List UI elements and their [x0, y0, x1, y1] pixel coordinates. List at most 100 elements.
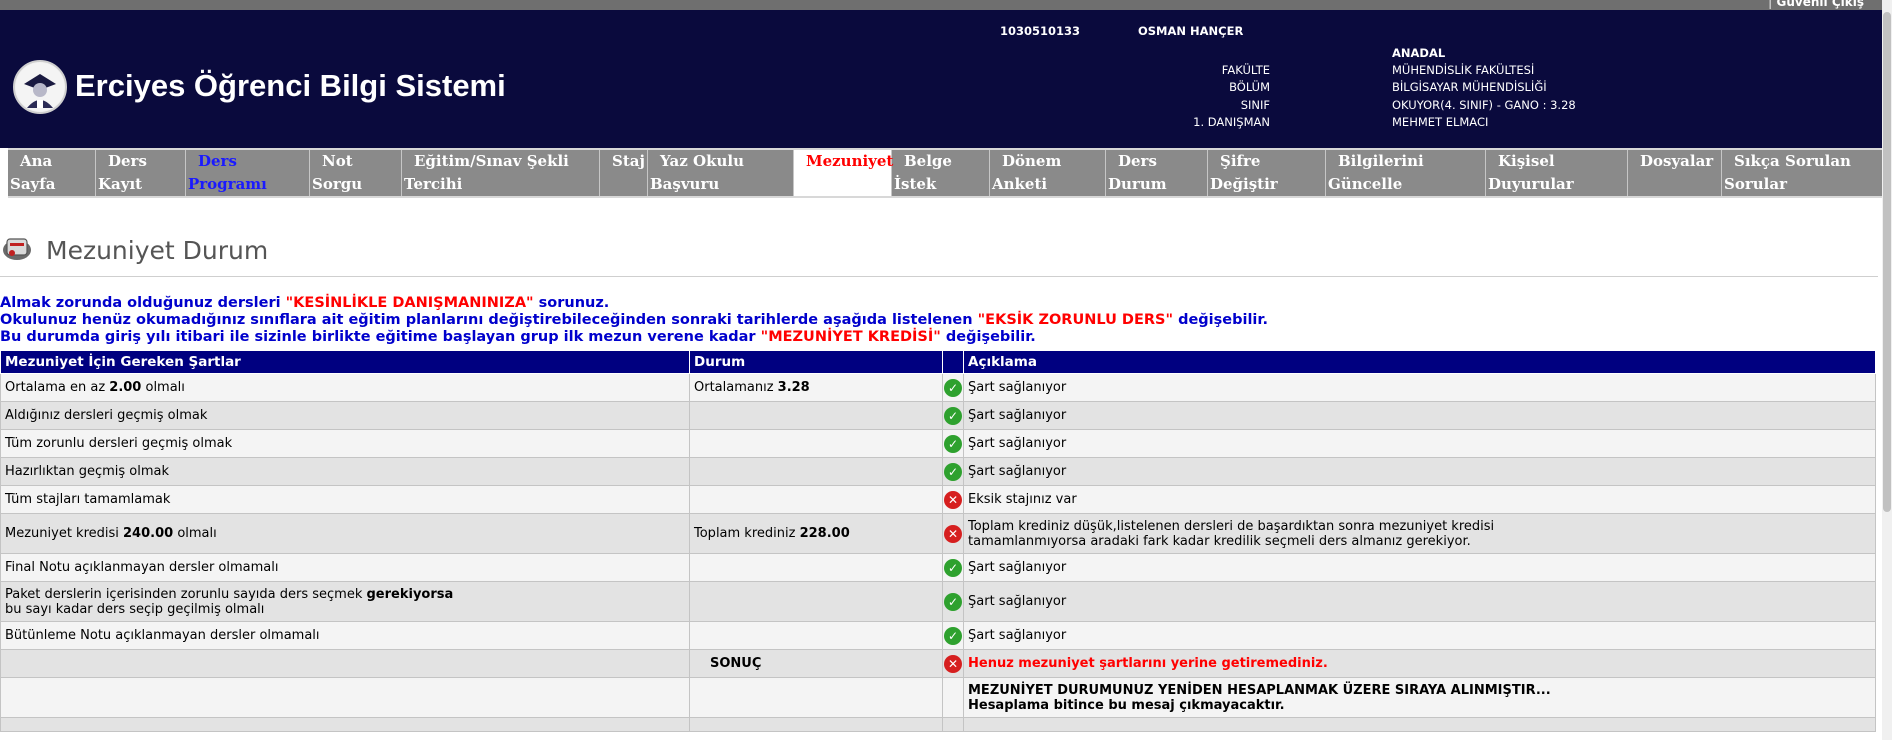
requirement-cell: Mezuniyet kredisi 240.00 olmalı — [0, 513, 690, 554]
status-icon-cell: ✓ — [942, 401, 964, 430]
cross-icon: ✕ — [944, 654, 962, 673]
column-header-status: Durum — [689, 350, 943, 374]
check-icon: ✓ — [944, 558, 962, 577]
table-row: Tüm zorunlu dersleri geçmiş olmak ✓ Şart… — [0, 429, 1876, 458]
department-value: BİLGİSAYAR MÜHENDİSLİĞİ — [1392, 80, 1547, 94]
description-cell: Şart sağlanıyor — [963, 401, 1876, 430]
table-row: Aldığınız dersleri geçmiş olmak ✓ Şart s… — [0, 401, 1876, 430]
status-icon-cell: ✕ — [942, 649, 964, 678]
site-title: Erciyes Öğrenci Bilgi Sistemi — [75, 68, 506, 103]
warning-line-3: Bu durumda giriş yılı itibari ile sizinl… — [0, 329, 1036, 345]
status-cell: Ortalamanız 3.28 — [689, 373, 943, 402]
page-title: Mezuniyet Durum — [46, 236, 269, 265]
empty-cell — [0, 717, 690, 732]
table-row: Mezuniyet kredisi 240.00 olmalı Toplam k… — [0, 513, 1876, 554]
page-heading: Mezuniyet Durum — [0, 228, 1878, 277]
requirement-cell: Paket derslerin içerisinden zorunlu sayı… — [0, 581, 690, 622]
status-icon-cell: ✓ — [942, 621, 964, 650]
table-row: Final Notu açıklanmayan dersler olmamalı… — [0, 553, 1876, 582]
requirement-cell: Hazırlıktan geçmiş olmak — [0, 457, 690, 486]
nav-files[interactable]: Dosyalar — [1628, 150, 1722, 196]
status-cell: Toplam krediniz 228.00 — [689, 513, 943, 554]
nav-course-status[interactable]: Ders Durum — [1106, 150, 1208, 196]
notice-empty-cell — [689, 677, 943, 718]
notice-row: MEZUNİYET DURUMUNUZ YENİDEN HESAPLANMAK … — [0, 677, 1876, 718]
result-row: SONUÇ ✕ Henuz mezuniyet şartlarını yerin… — [0, 649, 1876, 678]
student-number: 1030510133 — [1000, 24, 1081, 38]
requirement-cell: Final Notu açıklanmayan dersler olmamalı — [0, 553, 690, 582]
status-cell — [689, 429, 943, 458]
requirement-cell: Tüm zorunlu dersleri geçmiş olmak — [0, 429, 690, 458]
status-icon-cell: ✕ — [942, 485, 964, 514]
description-cell: Toplam krediniz düşük,listelenen dersler… — [963, 513, 1876, 554]
description-cell: Şart sağlanıyor — [963, 553, 1876, 582]
table-row: Ortalama en az 2.00 olmalı Ortalamanız 3… — [0, 373, 1876, 402]
nav-summer-school[interactable]: Yaz Okulu Başvuru — [648, 150, 794, 196]
table-header-row: Mezuniyet İçin Gereken Şartlar Durum Açı… — [0, 350, 1876, 374]
advisor-label: 1. DANIŞMAN — [1193, 115, 1270, 129]
description-cell: Şart sağlanıyor — [963, 621, 1876, 650]
nav-term-survey[interactable]: Dönem Anketi — [990, 150, 1106, 196]
description-cell: Şart sağlanıyor — [963, 373, 1876, 402]
nav-faq[interactable]: Sıkça Sorulan Sorular — [1722, 150, 1882, 196]
status-icon-cell: ✓ — [942, 457, 964, 486]
check-icon: ✓ — [944, 592, 962, 611]
status-cell — [689, 457, 943, 486]
notice-text-cell: MEZUNİYET DURUMUNUZ YENİDEN HESAPLANMAK … — [963, 677, 1876, 718]
status-cell — [689, 581, 943, 622]
nav-change-password[interactable]: Şifre Değiştir — [1208, 150, 1326, 196]
result-label-cell: SONUÇ — [689, 649, 943, 678]
warning-line-1: Almak zorunda olduğunuz dersleri "KESİNL… — [0, 295, 610, 311]
nav-course-schedule[interactable]: Ders Programı — [186, 150, 310, 196]
nav-document-request[interactable]: Belge İstek — [892, 150, 990, 196]
status-cell — [689, 485, 943, 514]
cross-icon: ✕ — [944, 490, 962, 509]
empty-cell — [963, 717, 1876, 732]
description-cell: Şart sağlanıyor — [963, 457, 1876, 486]
requirement-cell: Aldığınız dersleri geçmiş olmak — [0, 401, 690, 430]
scrollbar-thumb[interactable] — [1883, 12, 1891, 512]
program-type: ANADAL — [1392, 46, 1446, 60]
nav-exam-preference[interactable]: Eğitim/Sınav Şekli Tercihi — [402, 150, 600, 196]
certificate-icon — [2, 234, 32, 262]
requirement-cell: Bütünleme Notu açıklanmayan dersler olma… — [0, 621, 690, 650]
student-name: OSMAN HANÇER — [1138, 24, 1244, 38]
nav-internship[interactable]: Staj — [600, 150, 648, 196]
nav-personal-announcements[interactable]: Kişisel Duyurular — [1486, 150, 1628, 196]
column-header-description: Açıklama — [963, 350, 1876, 374]
top-strip: Güvenli Çıkış — [0, 0, 1882, 10]
check-icon: ✓ — [944, 378, 962, 397]
logout-link[interactable]: Güvenli Çıkış — [1768, 0, 1864, 9]
status-icon-cell: ✓ — [942, 429, 964, 458]
cross-icon: ✕ — [944, 524, 962, 543]
status-icon-cell: ✓ — [942, 373, 964, 402]
nav-update-info[interactable]: Bilgilerini Güncelle — [1326, 150, 1486, 196]
status-icon-cell: ✓ — [942, 581, 964, 622]
status-icon-cell: ✓ — [942, 553, 964, 582]
status-cell — [689, 621, 943, 650]
table-row: Hazırlıktan geçmiş olmak ✓ Şart sağlanıy… — [0, 457, 1876, 486]
graduation-requirements-table: Mezuniyet İçin Gereken Şartlar Durum Açı… — [0, 350, 1876, 732]
result-empty-cell — [0, 649, 690, 678]
requirement-cell: Ortalama en az 2.00 olmalı — [0, 373, 690, 402]
requirement-cell: Tüm stajları tamamlamak — [0, 485, 690, 514]
empty-cell — [942, 717, 964, 732]
status-cell — [689, 401, 943, 430]
table-row: Tüm stajları tamamlamak ✕ Eksik stajınız… — [0, 485, 1876, 514]
vertical-scrollbar[interactable] — [1882, 0, 1892, 740]
column-header-requirement: Mezuniyet İçin Gereken Şartlar — [0, 350, 690, 374]
nav-course-registration[interactable]: Ders Kayıt — [96, 150, 186, 196]
status-icon-cell: ✕ — [942, 513, 964, 554]
empty-cell — [689, 717, 943, 732]
warning-line-2: Okulunuz henüz okumadığınız sınıflara ai… — [0, 312, 1268, 328]
notice-empty-cell — [942, 677, 964, 718]
nav-home[interactable]: Ana Sayfa — [8, 150, 96, 196]
nav-graduation[interactable]: Mezuniyet — [794, 150, 893, 196]
column-header-icon — [942, 350, 964, 374]
nav-grade-query[interactable]: Not Sorgu — [310, 150, 402, 196]
table-row — [0, 717, 1876, 732]
table-row: Bütünleme Notu açıklanmayan dersler olma… — [0, 621, 1876, 650]
description-cell: Eksik stajınız var — [963, 485, 1876, 514]
university-logo — [13, 60, 67, 114]
table-row: Paket derslerin içerisinden zorunlu sayı… — [0, 581, 1876, 622]
